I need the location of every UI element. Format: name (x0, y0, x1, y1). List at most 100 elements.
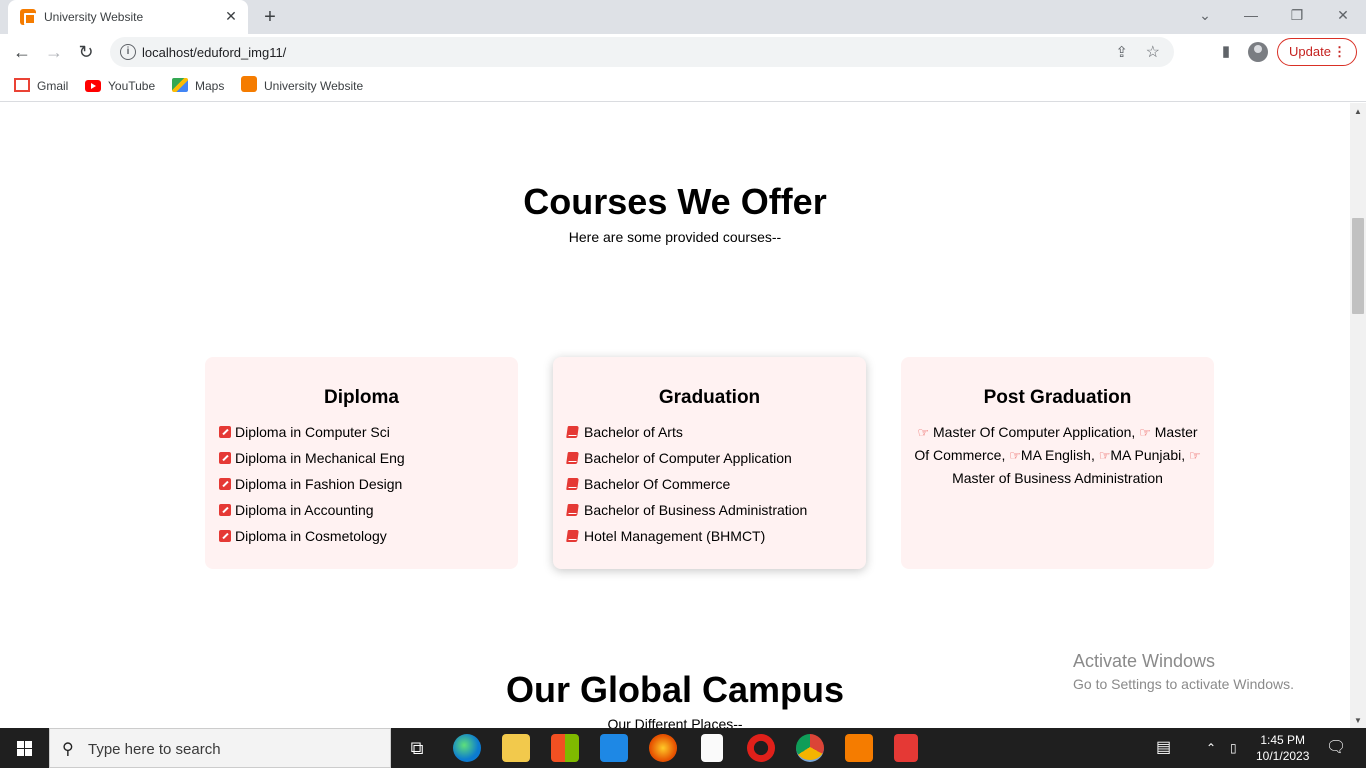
forward-button[interactable]: → (42, 40, 66, 64)
microsoft-store-icon[interactable] (551, 734, 579, 762)
bookmark-youtube[interactable]: YouTube (85, 76, 155, 96)
firefox-icon[interactable] (649, 734, 677, 762)
edit-square-icon (219, 530, 231, 542)
list-item: Diploma in Fashion Design (219, 475, 405, 501)
bookmark-university-website[interactable]: University Website (241, 76, 363, 96)
course-card-graduation: Graduation Bachelor of Arts Bachelor of … (553, 357, 866, 569)
snipping-tool-icon[interactable] (894, 734, 918, 762)
tab-search-icon[interactable]: ⌄ (1192, 4, 1218, 26)
campus-subtitle: Our Different Places-- (607, 716, 743, 728)
back-button[interactable]: ← (10, 40, 34, 64)
chrome-icon[interactable] (796, 734, 824, 762)
opera-icon[interactable] (747, 734, 775, 762)
bookmark-star-icon[interactable]: ☆ (1146, 42, 1160, 62)
start-button[interactable] (0, 728, 48, 768)
share-icon[interactable]: ⇪ (1115, 43, 1128, 61)
notepad-icon[interactable] (701, 734, 723, 762)
book-icon (566, 426, 579, 438)
page-scrollbar[interactable]: ▲ ▼ (1350, 103, 1366, 728)
tab-strip: University Website ✕ + ⌄ — ❐ ✕ (0, 0, 1366, 34)
url-text[interactable]: localhost/eduford_img11/ (142, 45, 286, 60)
taskbar-search-box[interactable]: ⚲ Type here to search (49, 728, 391, 768)
address-bar[interactable]: i localhost/eduford_img11/ ⇪ ☆ (110, 37, 1174, 67)
side-panel-icon[interactable]: ▮ (1216, 42, 1236, 62)
restore-button[interactable]: ❐ (1284, 4, 1310, 26)
card-title: Post Graduation (983, 387, 1132, 408)
scroll-up-icon[interactable]: ▲ (1354, 107, 1362, 116)
bookmark-label: Maps (195, 79, 225, 93)
xampp-icon[interactable] (845, 734, 873, 762)
tab-close-icon[interactable]: ✕ (222, 7, 240, 25)
site-info-icon[interactable]: i (120, 44, 136, 60)
browser-tab[interactable]: University Website ✕ (8, 0, 248, 34)
windows-logo-pane (25, 741, 32, 748)
course-name: Bachelor of Computer Application (584, 450, 792, 466)
list-item: Diploma in Cosmetology (219, 527, 405, 553)
clock-time: 1:45 PM (1260, 733, 1306, 747)
watermark-line-2: Go to Settings to activate Windows. (1073, 676, 1294, 692)
power-icon[interactable]: ▯ (1230, 728, 1237, 768)
windows-logo-pane (25, 749, 32, 756)
course-name: Diploma in Mechanical Eng (235, 450, 405, 466)
book-icon (566, 530, 579, 542)
university-favicon-icon (20, 9, 36, 25)
bookmark-maps[interactable]: Maps (172, 76, 224, 96)
courses-title: Courses We Offer (523, 181, 827, 222)
edit-square-icon (219, 478, 231, 490)
new-tab-button[interactable]: + (258, 5, 282, 29)
list-item: Bachelor of Arts (566, 423, 807, 449)
tray-chevron-icon[interactable]: ⌃ (1206, 728, 1216, 768)
profile-avatar-icon[interactable] (1248, 42, 1268, 62)
task-view-icon[interactable]: ⧉ (403, 734, 431, 762)
edit-square-icon (219, 426, 231, 438)
search-placeholder: Type here to search (88, 741, 221, 758)
scrollbar-thumb[interactable] (1352, 218, 1364, 314)
course-name: MA Punjabi, (1110, 447, 1186, 463)
edit-square-icon (219, 452, 231, 464)
news-widget-icon[interactable]: ▤ (1156, 728, 1171, 768)
edit-square-icon (219, 504, 231, 516)
notifications-icon[interactable]: 🗨 (1326, 728, 1346, 768)
edge-browser-icon[interactable] (453, 734, 481, 762)
card-title: Graduation (658, 387, 761, 408)
mail-icon[interactable] (600, 734, 628, 762)
update-label: Update (1289, 44, 1331, 59)
watermark-line-1: Activate Windows (1073, 651, 1216, 671)
youtube-icon (85, 80, 101, 92)
hand-pointer-icon: ☞ (917, 425, 930, 440)
windows-taskbar: ⚲ Type here to search ⧉ ▤ ⌃ ▯ 1:45 PM 10… (0, 728, 1366, 768)
course-name: Bachelor of Business Administration (584, 502, 808, 518)
reload-button[interactable]: ↻ (74, 40, 98, 64)
clock-date: 10/1/2023 (1256, 749, 1310, 763)
list-item: Hotel Management (BHMCT) (566, 527, 807, 553)
taskbar-clock[interactable]: 1:45 PM 10/1/2023 (1256, 732, 1309, 764)
windows-logo-icon (17, 741, 24, 748)
list-item: Diploma in Mechanical Eng (219, 449, 405, 475)
list-item: Diploma in Accounting (219, 501, 405, 527)
course-name: Bachelor Of Commerce (584, 476, 731, 492)
book-icon (566, 452, 579, 464)
page-viewport: Courses We Offer Here are some provided … (0, 103, 1350, 728)
course-name: Master of Business Administration (952, 470, 1163, 486)
scroll-down-icon[interactable]: ▼ (1354, 716, 1362, 725)
card-title: Diploma (324, 387, 399, 408)
bookmark-label: Gmail (37, 79, 69, 93)
minimize-button[interactable]: — (1238, 4, 1264, 26)
bookmarks-bar: Gmail YouTube Maps University Website (0, 70, 1366, 102)
course-name: Master Of Computer Application, (933, 424, 1136, 440)
update-button[interactable]: Update ⋮ (1277, 38, 1357, 66)
course-name: MA English, (1020, 447, 1095, 463)
university-icon (241, 76, 257, 92)
course-name: Bachelor of Arts (584, 424, 683, 440)
tab-title: University Website (44, 10, 144, 24)
list-item: Bachelor of Business Administration (566, 501, 808, 527)
bookmark-gmail[interactable]: Gmail (14, 76, 68, 96)
menu-dots-icon: ⋮ (1333, 44, 1346, 59)
course-name: Diploma in Cosmetology (235, 528, 387, 544)
course-name: Diploma in Computer Sci (235, 424, 390, 440)
maps-icon (172, 78, 188, 92)
file-explorer-icon[interactable] (502, 734, 530, 762)
course-list: Bachelor of Arts Bachelor of Computer Ap… (566, 423, 808, 553)
window-close-button[interactable]: ✕ (1330, 4, 1356, 26)
gmail-icon (14, 78, 30, 92)
